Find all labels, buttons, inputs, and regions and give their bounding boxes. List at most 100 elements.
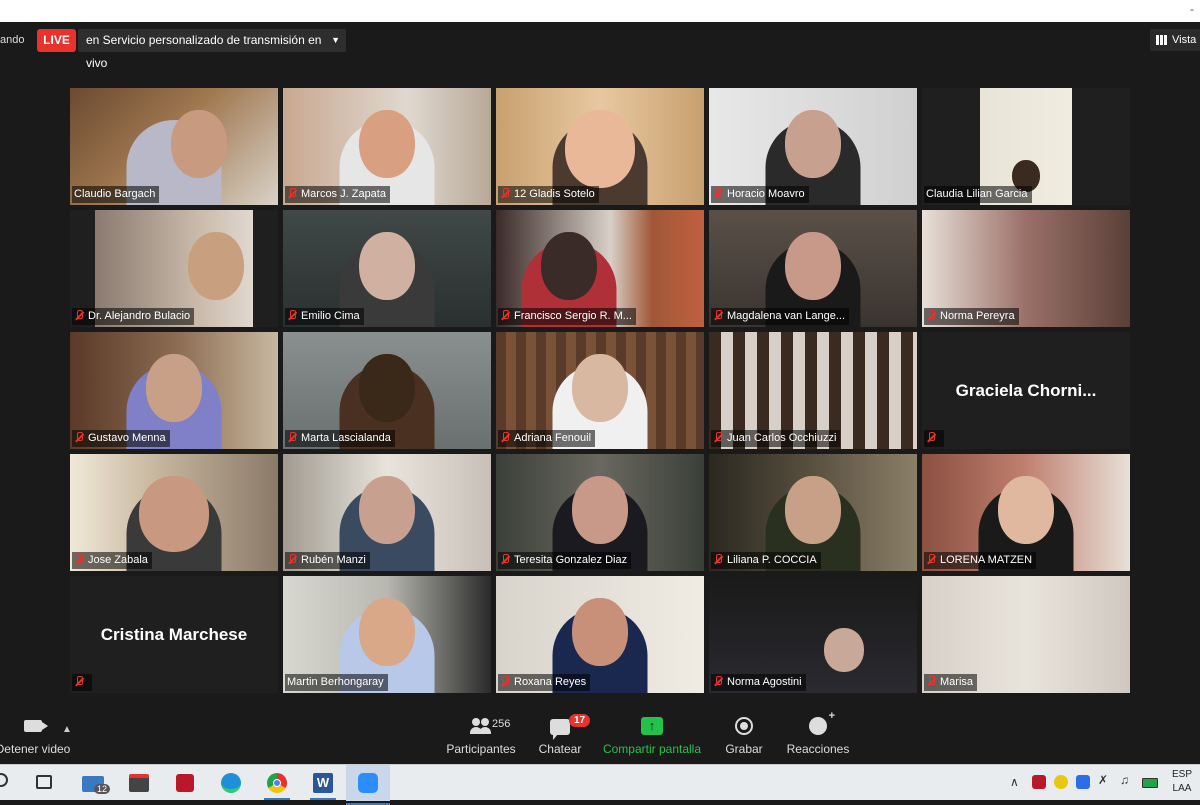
participant-tile[interactable]: Rubén Manzi <box>283 454 491 571</box>
participant-tile-active-speaker[interactable]: Martin Berhongaray <box>283 576 491 693</box>
wifi-icon[interactable]: ✗ <box>1098 773 1108 787</box>
participant-tile[interactable]: Claudia Lilian Garcia <box>922 88 1130 205</box>
store-icon[interactable] <box>126 770 152 796</box>
participant-tile[interactable]: Gustavo Menna <box>70 332 278 449</box>
participant-name: Marisa <box>924 674 978 691</box>
participant-tile[interactable]: Roxana Reyes <box>496 576 704 693</box>
participant-tile[interactable]: Adriana Fenouil <box>496 332 704 449</box>
participant-name: Jose Zabala <box>72 552 152 569</box>
mail-icon[interactable]: 12 <box>80 770 111 796</box>
edge-icon[interactable] <box>218 770 244 796</box>
live-service-dropdown[interactable]: en Servicio personalizado de transmisión… <box>78 29 346 70</box>
participants-button[interactable]: 256 Participantes <box>436 714 526 756</box>
participant-tile[interactable]: LORENA MATZEN <box>922 454 1130 571</box>
chrome-icon[interactable] <box>264 770 290 800</box>
participant-tile[interactable]: Graciela Chorni... <box>922 332 1130 449</box>
muted-mic-icon <box>926 554 936 565</box>
participant-name: Norma Pereyra <box>924 308 1019 325</box>
tray-status-icon[interactable] <box>1054 775 1068 789</box>
participant-tile[interactable]: Dr. Alejandro Bulacio <box>70 210 278 327</box>
participant-tile[interactable]: Horacio Moavro <box>709 88 917 205</box>
participant-name: Marta Lascialanda <box>285 430 395 447</box>
tray-app-icon[interactable] <box>1032 775 1046 789</box>
participant-big-name: Cristina Marchese <box>100 624 248 644</box>
participant-name: Roxana Reyes <box>498 674 591 691</box>
live-badge: LIVE <box>37 29 76 52</box>
view-label: Vista <box>1172 34 1197 46</box>
view-button[interactable]: Vista <box>1150 29 1200 51</box>
participant-name: Magdalena van Lange... <box>711 308 850 325</box>
zoom-icon[interactable] <box>346 765 390 805</box>
window-top-strip: - <box>0 0 1200 22</box>
muted-mic-icon <box>713 554 723 565</box>
muted-mic-icon <box>287 432 297 443</box>
dropbox-icon[interactable] <box>1076 775 1090 789</box>
participant-tile[interactable]: 12 Gladis Sotelo <box>496 88 704 205</box>
gallery-grid: Claudio Bargach Marcos J. Zapata 12 Glad… <box>70 88 1130 696</box>
participant-name: Juan Carlos Occhiuzzi <box>711 430 841 447</box>
participant-name: Adriana Fenouil <box>498 430 596 447</box>
reactions-button[interactable]: Reacciones <box>773 710 863 756</box>
participant-name: Liliana P. COCCIA <box>711 552 821 569</box>
participant-tile[interactable]: Norma Agostini <box>709 576 917 693</box>
chat-button[interactable]: 17 Chatear <box>515 714 605 756</box>
participant-name: Horacio Moavro <box>711 186 809 203</box>
participant-big-name: Graciela Chorni... <box>955 380 1097 400</box>
participant-tile[interactable]: Marta Lascialanda <box>283 332 491 449</box>
participant-tile[interactable]: Marcos J. Zapata <box>283 88 491 205</box>
chat-unread-badge: 17 <box>569 714 591 727</box>
muted-mic-icon <box>74 432 84 443</box>
muted-mic-icon <box>500 554 510 565</box>
battery-icon[interactable] <box>1142 778 1158 788</box>
record-icon <box>735 717 753 735</box>
muted-mic-icon <box>926 310 936 321</box>
muted-mic-icon <box>500 676 510 687</box>
video-options-caret[interactable]: ▲ <box>62 724 72 735</box>
volume-icon[interactable]: ♫ <box>1120 773 1129 787</box>
participant-name <box>924 430 944 447</box>
muted-mic-icon <box>713 432 723 443</box>
muted-mic-icon <box>500 432 510 443</box>
muted-mic-icon <box>287 310 297 321</box>
participant-name: Claudia Lilian Garcia <box>924 186 1032 203</box>
participant-name: Rubén Manzi <box>285 552 370 569</box>
smiley-icon <box>809 710 835 735</box>
share-screen-button[interactable]: ↑ Compartir pantalla <box>598 714 706 756</box>
muted-mic-icon <box>287 554 297 565</box>
window-minimize[interactable]: - <box>1190 2 1194 16</box>
participant-name: Francisco Sergio R. M... <box>498 308 636 325</box>
participants-count: 256 <box>492 718 511 730</box>
search-icon[interactable] <box>0 773 8 787</box>
chevron-down-icon: ▼ <box>331 35 340 45</box>
muted-mic-icon <box>713 188 723 199</box>
participant-tile[interactable]: Francisco Sergio R. M... <box>496 210 704 327</box>
windows-taskbar: 12 W ∧ ✗ ♫ ESP LAA <box>0 764 1200 805</box>
participant-tile[interactable]: Marisa <box>922 576 1130 693</box>
tray-chevron-up-icon[interactable]: ∧ <box>1010 775 1019 789</box>
participant-tile[interactable]: Jose Zabala <box>70 454 278 571</box>
task-view-icon[interactable] <box>36 775 52 789</box>
participant-tile[interactable]: Liliana P. COCCIA <box>709 454 917 571</box>
muted-mic-icon <box>713 310 723 321</box>
participant-tile[interactable]: Cristina Marchese <box>70 576 278 693</box>
participant-tile[interactable]: Juan Carlos Occhiuzzi <box>709 332 917 449</box>
participant-tile[interactable]: Teresita Gonzalez Diaz <box>496 454 704 571</box>
participants-icon <box>470 718 492 734</box>
app-red-icon[interactable] <box>172 770 198 796</box>
participant-tile[interactable]: Norma Pereyra <box>922 210 1130 327</box>
participant-tile[interactable]: Magdalena van Lange... <box>709 210 917 327</box>
participant-name: Marcos J. Zapata <box>285 186 390 203</box>
participant-name: Teresita Gonzalez Diaz <box>498 552 632 569</box>
muted-mic-icon <box>287 188 297 199</box>
participant-tile[interactable]: Emilio Cima <box>283 210 491 327</box>
input-language-indicator[interactable]: ESP LAA <box>1172 768 1192 796</box>
stop-video-button[interactable]: Detener video <box>0 714 78 756</box>
participant-name: Claudio Bargach <box>72 186 160 203</box>
mail-badge: 12 <box>94 784 111 794</box>
muted-mic-icon <box>74 676 84 687</box>
muted-mic-icon <box>926 676 936 687</box>
word-icon[interactable]: W <box>310 770 336 800</box>
participant-name: Gustavo Menna <box>72 430 170 447</box>
muted-mic-icon <box>500 188 510 199</box>
participant-tile[interactable]: Claudio Bargach <box>70 88 278 205</box>
